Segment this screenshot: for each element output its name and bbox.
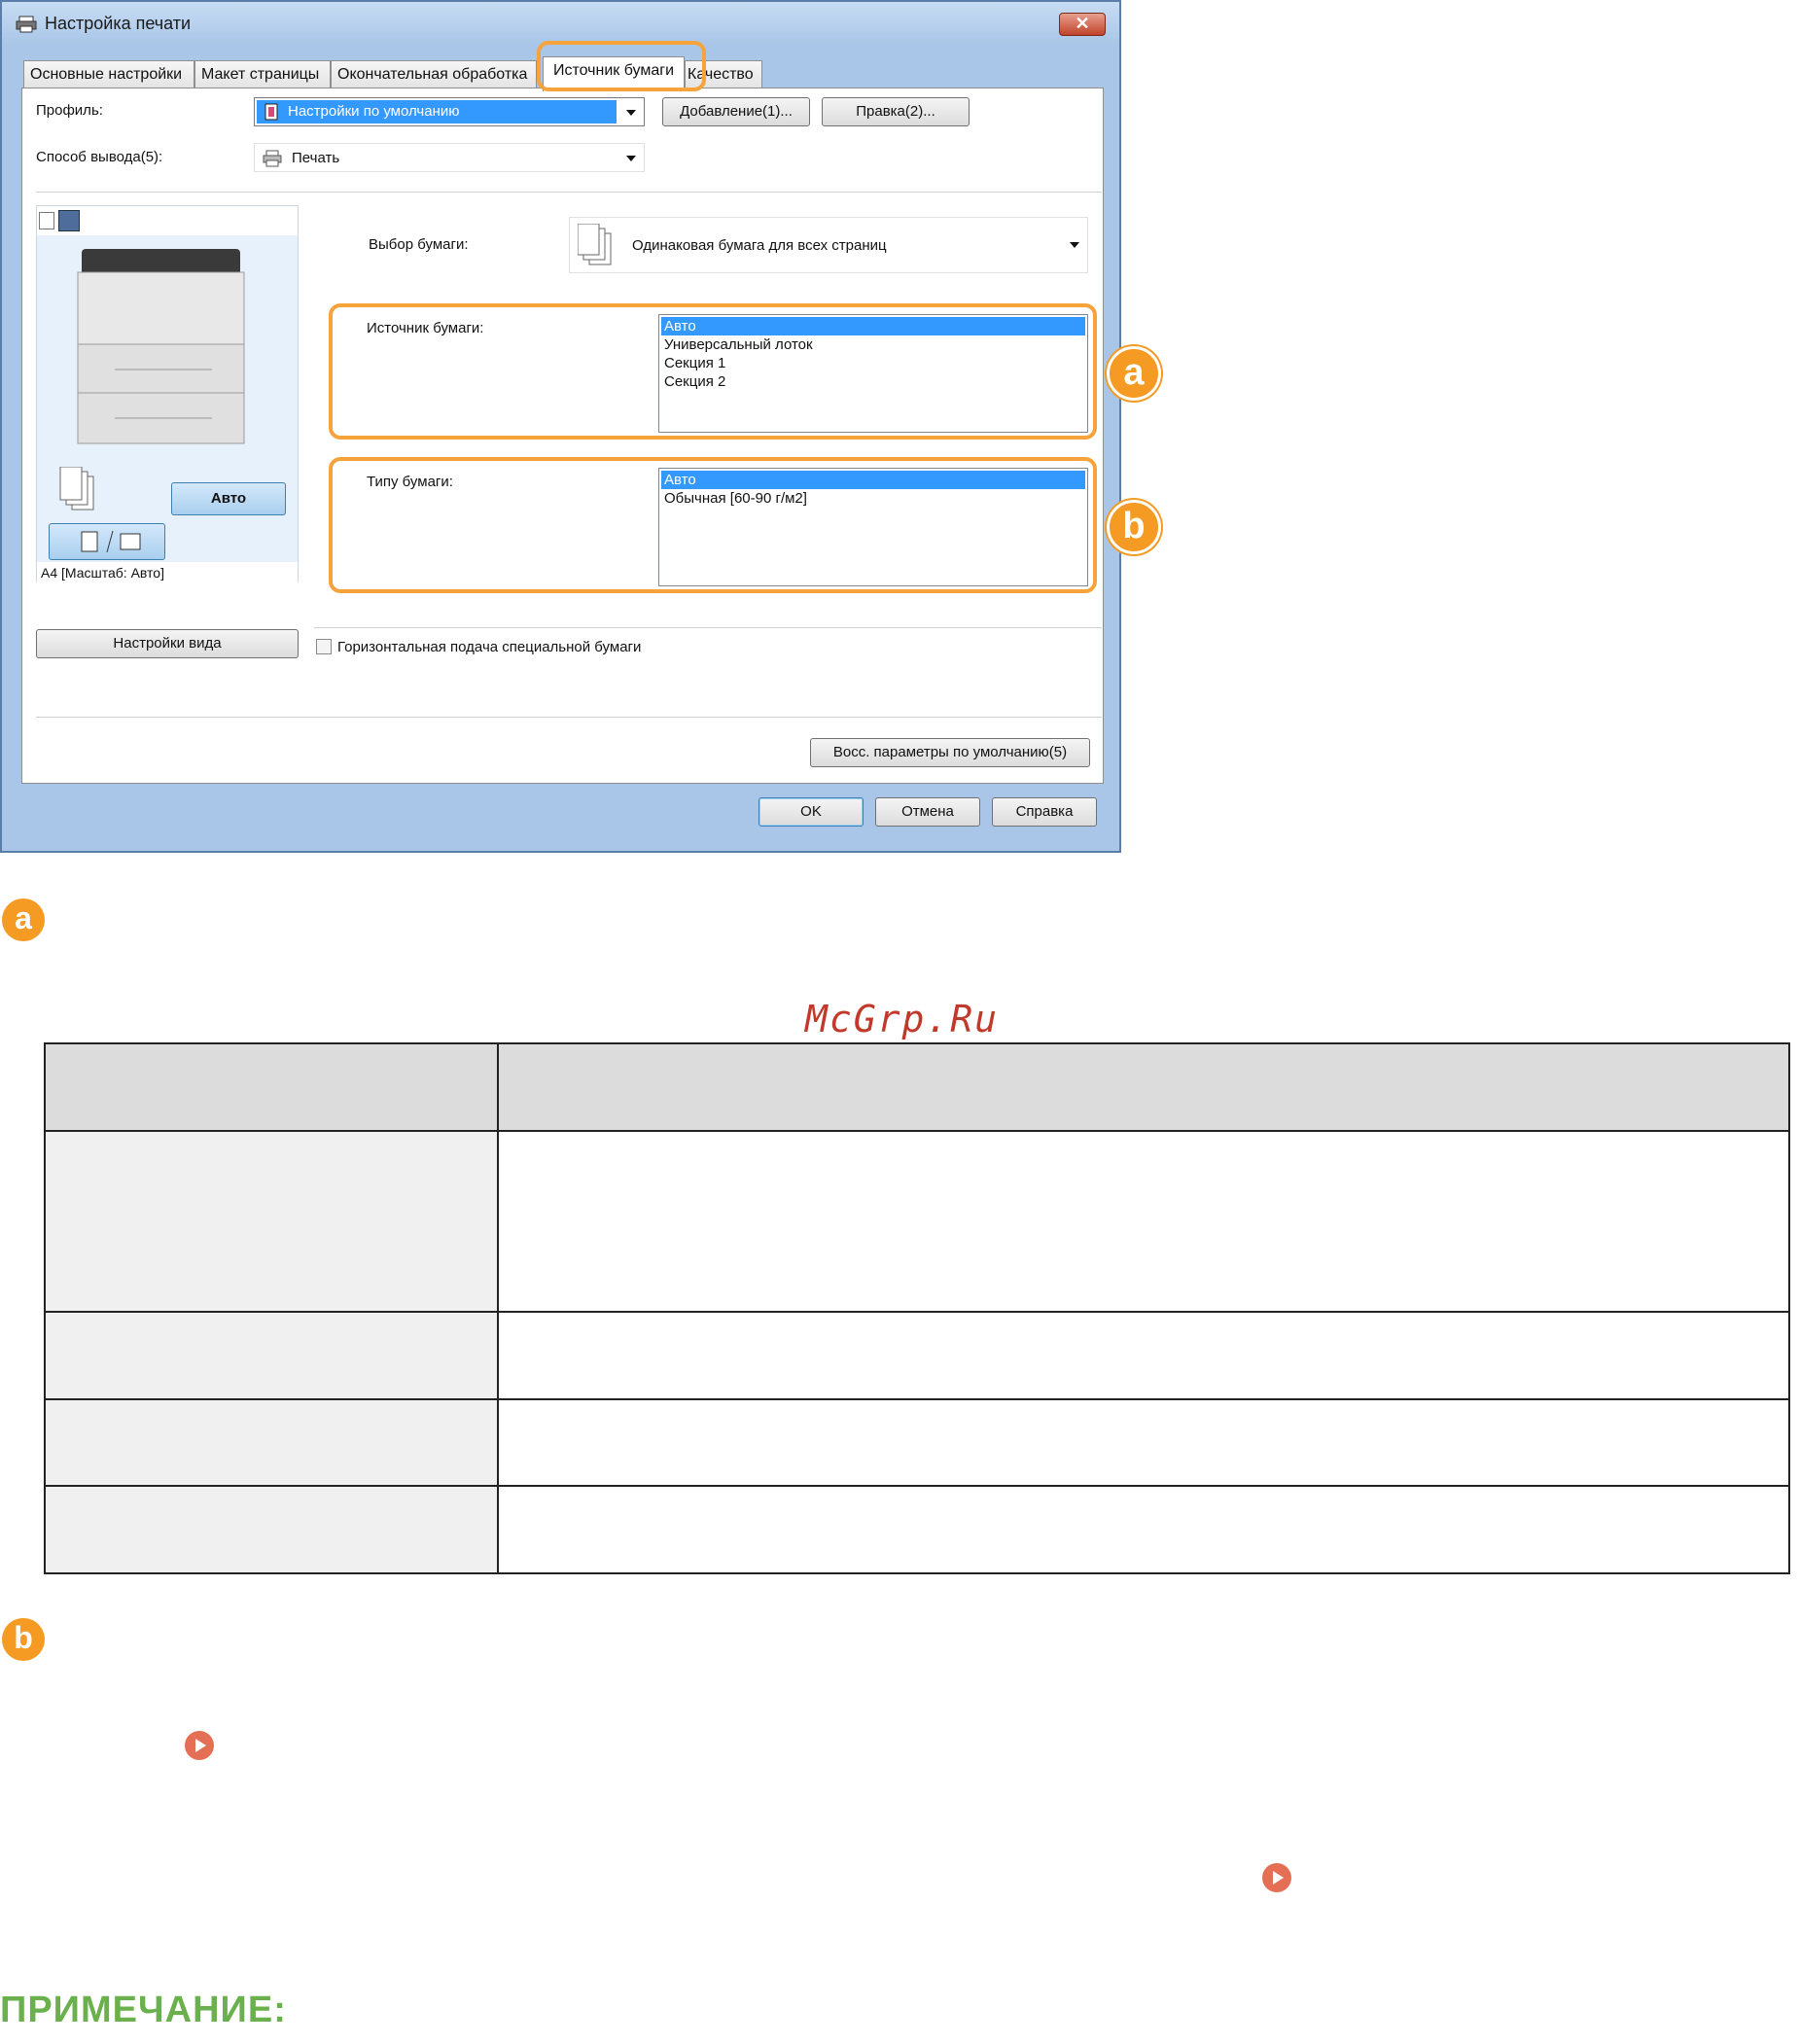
paper-stack-icon	[59, 467, 94, 511]
table-header-row	[44, 1042, 1790, 1132]
table-cell	[497, 1130, 1790, 1313]
profile-label: Профиль:	[36, 102, 103, 119]
edit-button[interactable]: Правка(2)...	[822, 97, 970, 126]
separator	[36, 717, 1102, 718]
table-header-cell	[44, 1042, 499, 1132]
link-arrow-icon[interactable]	[1262, 1863, 1291, 1892]
horizontal-feed-label: Горизонтальная подача специальной бумаги	[337, 639, 642, 655]
paper-source-table	[44, 1042, 1790, 1574]
restore-defaults-button[interactable]: Восс. параметры по умолчанию(5)	[810, 738, 1090, 767]
print-settings-dialog: Настройка печати ✕ Основные настройки Ма…	[0, 0, 1161, 853]
table-cell	[44, 1398, 499, 1487]
link-arrow-icon[interactable]	[185, 1731, 214, 1760]
profile-icon	[265, 103, 278, 121]
watermark: McGrp.Ru	[805, 998, 1000, 1040]
table-cell	[497, 1485, 1790, 1574]
ok-button[interactable]: OK	[758, 797, 864, 827]
printer-view-icon[interactable]	[58, 210, 80, 231]
table-cell	[497, 1311, 1790, 1400]
tab-finishing[interactable]: Окончательная обработка	[331, 60, 537, 89]
section-badge-a: a	[2, 899, 45, 941]
separator	[314, 627, 1102, 628]
orientation-toggle-button[interactable]	[49, 523, 165, 560]
page-view-icon[interactable]	[39, 212, 54, 229]
orientation-icon	[81, 530, 141, 553]
profile-dropdown[interactable]: Настройки по умолчанию	[254, 97, 645, 126]
add-button[interactable]: Добавление(1)...	[662, 97, 810, 126]
printer-icon	[16, 16, 37, 33]
horizontal-feed-checkbox[interactable]	[316, 639, 332, 654]
paper-selection-dropdown[interactable]: Одинаковая бумага для всех страниц	[569, 217, 1088, 273]
chevron-down-icon	[1070, 242, 1079, 248]
printer-icon	[263, 150, 282, 167]
preview-auto-button[interactable]: Авто	[171, 482, 286, 515]
preview-toolbar	[37, 206, 298, 235]
table-cell	[44, 1130, 499, 1313]
tab-highlight	[537, 41, 706, 91]
paper-source-highlight	[329, 303, 1097, 440]
profile-value: Настройки по умолчанию	[288, 103, 460, 120]
callout-b: b	[1107, 500, 1161, 554]
separator	[36, 192, 1102, 193]
chevron-down-icon	[626, 156, 636, 161]
help-button[interactable]: Справка	[992, 797, 1097, 827]
preview-caption: А4 [Масштаб: Авто]	[41, 565, 164, 581]
paper-stack-icon	[578, 224, 612, 265]
view-settings-button[interactable]: Настройки вида	[36, 629, 299, 658]
table-cell	[497, 1398, 1790, 1487]
callout-a: a	[1107, 346, 1161, 401]
table-cell	[44, 1485, 499, 1574]
output-method-dropdown[interactable]: Печать	[254, 143, 645, 172]
tab-page-layout[interactable]: Макет страницы	[194, 60, 331, 89]
close-button[interactable]: ✕	[1059, 13, 1106, 36]
table-row	[44, 1130, 1790, 1313]
paper-type-highlight	[329, 457, 1097, 593]
cancel-button[interactable]: Отмена	[875, 797, 980, 827]
tab-basic-settings[interactable]: Основные настройки	[23, 60, 194, 89]
paper-selection-label: Выбор бумаги:	[369, 236, 469, 253]
section-badge-b: b	[2, 1618, 45, 1661]
table-row	[44, 1398, 1790, 1487]
output-method-value: Печать	[292, 150, 340, 166]
chevron-down-icon	[626, 110, 636, 116]
title-bar: Настройка печати ✕	[2, 2, 1119, 45]
output-method-label: Способ вывода(5):	[36, 149, 163, 165]
printer-illustration-icon	[77, 249, 245, 444]
table-row	[44, 1485, 1790, 1574]
table-header-cell	[497, 1042, 1790, 1132]
note-title: ПРИМЕЧАНИЕ:	[0, 1990, 287, 2030]
preview-pane: Авто А4 [Масштаб: Авто]	[36, 205, 299, 583]
table-cell	[44, 1311, 499, 1400]
table-row	[44, 1311, 1790, 1400]
paper-selection-value: Одинаковая бумага для всех страниц	[632, 237, 887, 254]
dialog-title: Настройка печати	[45, 14, 192, 33]
preview-caption-bar: А4 [Масштаб: Авто]	[37, 562, 298, 583]
